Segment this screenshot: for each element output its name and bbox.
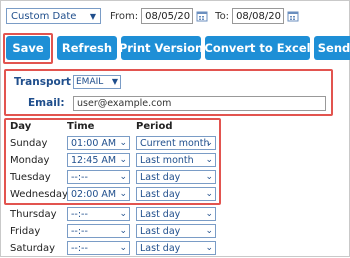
schedule-row-wednesday: Wednesday 02:00 AM ⌄ Last day ⌄ — [10, 187, 340, 204]
from-label: From: — [110, 10, 139, 22]
time-select[interactable]: 01:00 AM ⌄ — [67, 136, 130, 150]
chevron-down-icon: ⌄ — [205, 209, 213, 219]
chevron-down-icon: ▼ — [111, 77, 118, 86]
transport-value: EMAIL — [76, 77, 104, 87]
chevron-down-icon: ⌄ — [205, 226, 213, 236]
period-select[interactable]: Last day ⌄ — [136, 241, 216, 255]
chevron-down-icon: ⌄ — [205, 189, 213, 199]
day-label: Wednesday — [10, 189, 68, 200]
schedule-row-thursday: Thursday --:-- ⌄ Last day ⌄ — [10, 207, 340, 224]
time-value: --:-- — [71, 242, 88, 254]
toolbar: Save Refresh Print Version Convert to Ex… — [6, 36, 350, 61]
date-filter-row: Custom Date ▼ From: 08/05/20 To: 08/08/2… — [6, 7, 299, 25]
period-select[interactable]: Last day ⌄ — [136, 170, 216, 184]
day-label: Thursday — [10, 209, 57, 220]
chevron-down-icon: ▼ — [89, 12, 96, 21]
chevron-down-icon: ⌄ — [205, 172, 213, 182]
date-range-value: Custom Date — [11, 10, 77, 22]
time-value: --:-- — [71, 225, 88, 237]
calendar-icon[interactable] — [196, 10, 208, 22]
day-label: Friday — [10, 226, 41, 237]
time-select[interactable]: 02:00 AM ⌄ — [67, 187, 130, 201]
chevron-down-icon: ⌄ — [205, 243, 213, 253]
period-value: Current month — [140, 137, 210, 149]
time-column-header: Time — [67, 121, 95, 132]
chevron-down-icon: ⌄ — [119, 189, 127, 199]
schedule-row-monday: Monday 12:45 AM ⌄ Last month ⌄ — [10, 153, 340, 170]
period-value: Last day — [140, 188, 181, 200]
period-value: Last day — [140, 225, 181, 237]
convert-to-excel-button[interactable]: Convert to Excel — [205, 36, 310, 60]
date-range-select[interactable]: Custom Date ▼ — [6, 8, 101, 24]
print-version-button[interactable]: Print Version — [121, 36, 201, 60]
transport-label: Transport — [14, 76, 71, 88]
send-button[interactable]: Send — [314, 36, 350, 60]
day-column-header: Day — [10, 121, 32, 132]
to-label: To: — [215, 10, 230, 22]
time-select[interactable]: --:-- ⌄ — [67, 207, 130, 221]
time-select[interactable]: --:-- ⌄ — [67, 224, 130, 238]
transport-select[interactable]: EMAIL ▼ — [73, 75, 121, 89]
time-value: --:-- — [71, 208, 88, 220]
chevron-down-icon: ⌄ — [119, 226, 127, 236]
time-value: 01:00 AM — [71, 137, 117, 149]
period-value: Last month — [140, 154, 194, 166]
chevron-down-icon: ⌄ — [119, 209, 127, 219]
time-value: 12:45 AM — [71, 154, 117, 166]
time-select[interactable]: --:-- ⌄ — [67, 170, 130, 184]
day-label: Monday — [10, 155, 50, 166]
period-select[interactable]: Current month ⌄ — [136, 136, 216, 150]
email-label: Email: — [28, 97, 65, 109]
period-select[interactable]: Last day ⌄ — [136, 224, 216, 238]
chevron-down-icon: ⌄ — [119, 155, 127, 165]
to-date-input[interactable]: 08/08/20 — [232, 8, 285, 24]
period-value: Last day — [140, 208, 181, 220]
schedule-row-friday: Friday --:-- ⌄ Last day ⌄ — [10, 224, 340, 241]
chevron-down-icon: ⌄ — [119, 172, 127, 182]
day-label: Tuesday — [10, 172, 51, 183]
refresh-button[interactable]: Refresh — [57, 36, 117, 60]
time-value: 02:00 AM — [71, 188, 117, 200]
chevron-down-icon: ⌄ — [205, 155, 213, 165]
time-select[interactable]: --:-- ⌄ — [67, 241, 130, 255]
period-select[interactable]: Last month ⌄ — [136, 153, 216, 167]
chevron-down-icon: ⌄ — [205, 138, 213, 148]
calendar-icon[interactable] — [287, 10, 299, 22]
period-select[interactable]: Last day ⌄ — [136, 187, 216, 201]
schedule-row-tuesday: Tuesday --:-- ⌄ Last day ⌄ — [10, 170, 340, 187]
chevron-down-icon: ⌄ — [119, 243, 127, 253]
save-button[interactable]: Save — [6, 36, 50, 60]
day-label: Saturday — [10, 243, 56, 254]
period-select[interactable]: Last day ⌄ — [136, 207, 216, 221]
period-value: Last day — [140, 171, 181, 183]
schedule-row-saturday: Saturday --:-- ⌄ Last day ⌄ — [10, 241, 340, 258]
from-date-input[interactable]: 08/05/20 — [141, 8, 194, 24]
email-input[interactable]: user@example.com — [73, 96, 326, 111]
period-value: Last day — [140, 242, 181, 254]
day-label: Sunday — [10, 138, 48, 149]
chevron-down-icon: ⌄ — [119, 138, 127, 148]
period-column-header: Period — [136, 121, 173, 132]
time-select[interactable]: 12:45 AM ⌄ — [67, 153, 130, 167]
schedule-row-sunday: Sunday 01:00 AM ⌄ Current month ⌄ — [10, 136, 340, 153]
time-value: --:-- — [71, 171, 88, 183]
